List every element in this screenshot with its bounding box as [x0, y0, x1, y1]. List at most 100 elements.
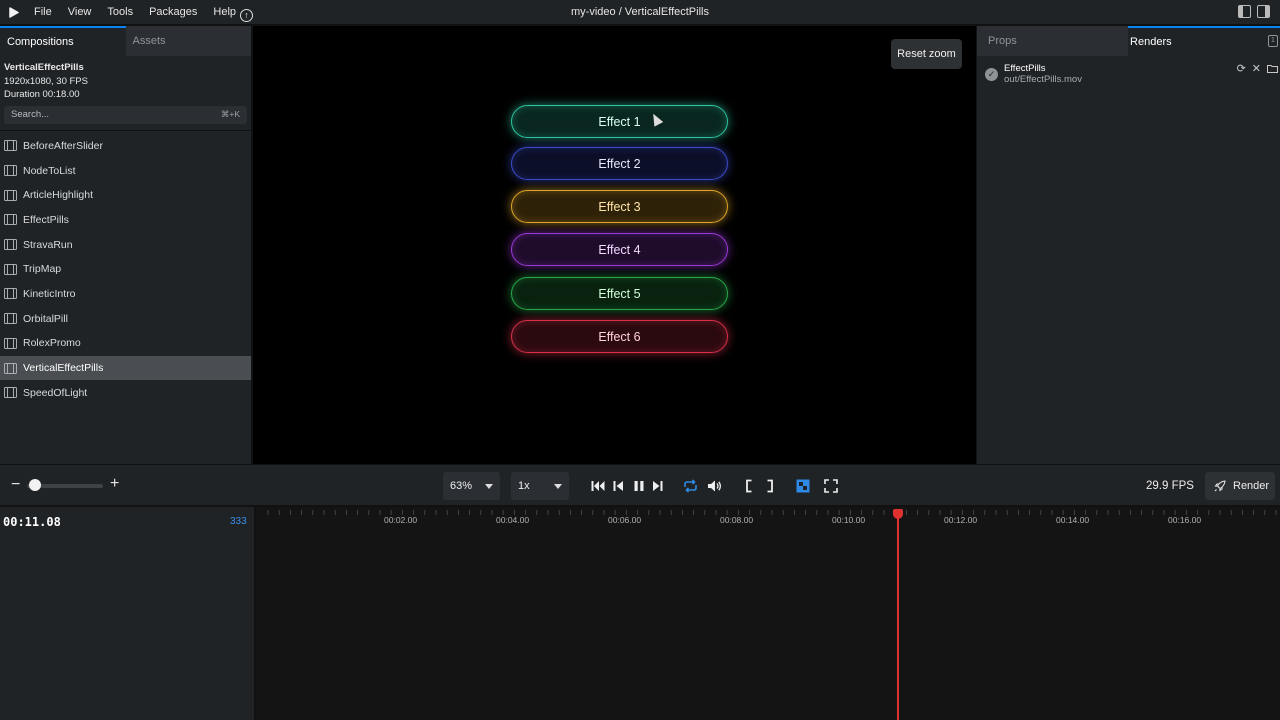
effect-pill: Effect 1 [511, 105, 728, 138]
loop-icon[interactable] [683, 479, 698, 493]
search-shortcut: ⌘+K [220, 109, 240, 119]
film-icon [4, 337, 17, 349]
ruler-label: 00:10.00 [832, 515, 866, 525]
tab-renders-label: Renders [1130, 36, 1172, 48]
zoom-out-icon[interactable]: − [11, 476, 20, 494]
renders-panel: Props Renders 1 ✓ EffectPills out/Effect… [977, 26, 1280, 464]
menu-packages[interactable]: Packages [141, 0, 205, 25]
tab-props[interactable]: Props [977, 26, 1129, 56]
timeline-track-area[interactable]: 00:02.00 00:04.00 00:06.00 00:08.00 00:10.00… [256, 507, 1280, 720]
render-button-label: Render [1233, 480, 1270, 492]
pause-icon[interactable] [633, 479, 645, 493]
rerender-icon[interactable]: ⟳ [1237, 64, 1246, 77]
zoom-slider-handle[interactable] [29, 479, 41, 491]
check-circle-icon: ✓ [985, 68, 998, 81]
playhead-line[interactable] [897, 512, 899, 720]
current-frame: 333 [230, 516, 247, 527]
timeline-sidebar: 00:11.08 333 [0, 507, 255, 720]
composition-list-item-label: BeforeAfterSlider [23, 139, 103, 152]
step-forward-icon[interactable] [652, 479, 663, 493]
composition-list-item-label: OrbitalPill [23, 312, 68, 325]
composition-list: BeforeAfterSlider NodeToList ArticleHighli… [0, 131, 251, 406]
render-job[interactable]: ✓ EffectPills out/EffectPills.mov ⟳ ✕ [977, 63, 1280, 93]
ruler-label: 00:04.00 [496, 515, 530, 525]
reset-zoom-button[interactable]: Reset zoom [891, 39, 962, 69]
menu-file[interactable]: File [26, 0, 60, 25]
renders-count-badge: 1 [1268, 35, 1278, 47]
menu-view[interactable]: View [60, 0, 100, 25]
playback-rate-value: 1x [518, 480, 530, 492]
tab-compositions[interactable]: Compositions [0, 26, 126, 56]
composition-list-item[interactable]: BeforeAfterSlider [0, 134, 251, 159]
composition-list-item[interactable]: StravaRun [0, 232, 251, 257]
film-icon [4, 189, 17, 201]
video-preview[interactable]: Reset zoom Effect 1 Effect 2 Effect 3 Effec… [253, 26, 976, 464]
composition-list-item-label: KineticIntro [23, 287, 76, 300]
composition-list-item[interactable]: EffectPills [0, 208, 251, 233]
film-icon [4, 387, 17, 399]
fullscreen-icon[interactable] [824, 479, 838, 493]
ruler-label: 00:14.00 [1056, 515, 1090, 525]
step-back-icon[interactable] [613, 479, 624, 493]
film-icon [4, 165, 17, 177]
composition-list-item[interactable]: ArticleHighlight [0, 183, 251, 208]
rocket-icon [1214, 480, 1226, 492]
film-icon [4, 288, 17, 300]
checkerboard-icon[interactable] [796, 479, 810, 493]
upgrade-arrow-icon[interactable]: ↑ [240, 8, 254, 22]
search-input[interactable]: Search... ⌘+K [4, 105, 247, 124]
film-icon [4, 263, 17, 275]
search-placeholder: Search... [11, 109, 50, 120]
remotion-logo-icon[interactable] [0, 0, 26, 25]
menu-tools[interactable]: Tools [99, 0, 141, 25]
composition-list-item-label: VerticalEffectPills [23, 362, 104, 375]
zoom-select[interactable]: 63% [443, 472, 500, 500]
composition-list-item[interactable]: VerticalEffectPills [0, 355, 251, 381]
toggle-left-panel-icon[interactable] [1238, 5, 1251, 18]
tab-assets[interactable]: Assets [125, 26, 251, 56]
playhead-handle[interactable] [893, 509, 903, 519]
composition-info: VerticalEffectPills 1920x1080, 30 FPS Du… [0, 56, 251, 102]
menu-help-label: Help [213, 5, 237, 18]
menu-bar: File View Tools Packages Help ↑ my-video … [0, 0, 1280, 25]
in-point-icon[interactable] [745, 479, 753, 493]
composition-list-item[interactable]: RolexPromo [0, 331, 251, 356]
tab-renders[interactable]: Renders [1128, 26, 1280, 56]
composition-resolution: 1920x1080, 30 FPS [4, 75, 88, 87]
composition-list-item-label: NodeToList [23, 164, 76, 177]
effect-pill: Effect 5 [511, 277, 728, 310]
composition-list-item[interactable]: NodeToList [0, 158, 251, 183]
close-icon[interactable]: ✕ [1252, 64, 1261, 77]
composition-list-item-label: SpeedOfLight [23, 386, 88, 399]
film-icon [4, 140, 17, 152]
composition-list-item-label: StravaRun [23, 238, 73, 251]
effect-pill: Effect 6 [511, 320, 728, 353]
composition-list-item[interactable]: SpeedOfLight [0, 380, 251, 405]
out-point-icon[interactable] [766, 479, 774, 493]
chevron-down-icon [554, 484, 562, 489]
ruler-label: 00:06.00 [608, 515, 642, 525]
menu-help[interactable]: Help ↑ [205, 0, 261, 25]
composition-name: VerticalEffectPills [4, 62, 84, 73]
film-icon [4, 313, 17, 325]
film-icon [4, 239, 17, 251]
render-button[interactable]: Render [1205, 472, 1275, 500]
current-timecode: 00:11.08 [3, 515, 61, 529]
composition-list-item-label: ArticleHighlight [23, 189, 94, 202]
folder-icon[interactable] [1267, 64, 1278, 77]
compositions-panel: Compositions Assets VerticalEffectPills … [0, 26, 252, 464]
volume-icon[interactable] [707, 479, 722, 493]
composition-list-item[interactable]: TripMap [0, 257, 251, 282]
chevron-down-icon [485, 484, 493, 489]
ruler-label: 00:16.00 [1168, 515, 1202, 525]
playback-toolbar: − + 63% 1x 29.9 FPS Render [0, 464, 1280, 506]
composition-list-item[interactable]: OrbitalPill [0, 306, 251, 331]
effect-pill: Effect 4 [511, 233, 728, 266]
effect-pill: Effect 3 [511, 190, 728, 223]
composition-list-item[interactable]: KineticIntro [0, 282, 251, 307]
composition-list-item-label: RolexPromo [23, 337, 81, 350]
jump-to-start-icon[interactable] [591, 479, 605, 493]
zoom-in-icon[interactable]: + [110, 475, 119, 493]
toggle-right-panel-icon[interactable] [1257, 5, 1270, 18]
playback-rate-select[interactable]: 1x [511, 472, 569, 500]
